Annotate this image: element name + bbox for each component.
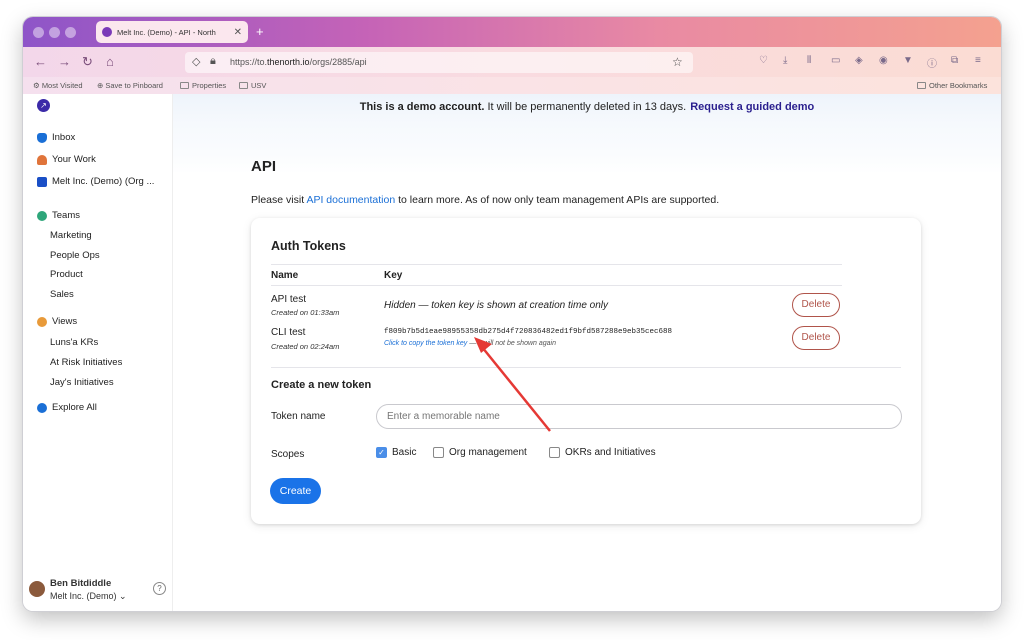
bookmark-properties[interactable]: Properties [180,81,226,90]
new-tab-button[interactable]: + [256,24,264,39]
bookmark-star-icon[interactable]: ☆ [672,55,683,69]
folder-icon [239,82,248,89]
shield-icon[interactable]: ◇ [192,55,200,68]
checkbox-icon[interactable] [433,447,444,458]
extension-shield-icon[interactable]: ◈ [855,55,863,66]
sidebar-item-view-2[interactable]: At Risk Initiatives [50,357,122,368]
sidebar-item-sales[interactable]: Sales [50,289,74,300]
intro-text: Please visit API documentation to learn … [251,194,720,206]
token-key[interactable]: f809b7b5d1eae98955358db275d4f720836482ed… [384,328,672,336]
token-name: API test [271,294,307,305]
sidebar-item-inbox[interactable]: Inbox [37,132,75,143]
vue-extension-icon[interactable]: ▼ [903,55,913,66]
forward-icon[interactable]: → [58,54,71,69]
download-icon[interactable]: ⤓ [783,55,787,66]
auth-tokens-card: Auth Tokens Name Key API test Created on… [251,218,921,524]
bookmark-pinboard[interactable]: ⊕ Save to Pinboard [97,81,163,90]
user-name: Ben Bitdiddle [50,578,112,589]
sidebar-item-explore-all[interactable]: Explore All [37,402,97,413]
bookmark-other[interactable]: Other Bookmarks [917,81,987,90]
divider [271,285,842,286]
scope-org-management[interactable]: Org management [433,447,527,458]
teams-icon [37,210,47,221]
sidebar-section-views[interactable]: Views [37,316,77,327]
token-created: Created on 02:24am [271,342,340,351]
site-favicon-icon [102,27,112,37]
main-content: This is a demo account. It will be perma… [173,94,1001,611]
mountain-icon [37,154,47,165]
copy-token-hint: Click to copy the token key — it will no… [384,340,556,347]
avatar[interactable] [29,581,45,597]
sidebar-item-your-work[interactable]: Your Work [37,154,96,165]
column-header-key: Key [384,270,403,281]
browser-window: Melt Inc. (Demo) - API - North ✕ + ← → ↻… [23,17,1001,611]
token-created: Created on 01:33am [271,308,340,317]
help-icon[interactable]: ? [153,582,166,595]
pocket-icon[interactable]: ♡ [759,55,768,66]
info-icon[interactable]: ⓘ [927,55,937,70]
delete-token-button[interactable]: Delete [792,293,840,317]
divider [271,367,901,368]
copy-token-link[interactable]: Click to copy the token key [384,340,467,347]
sidebar-item-people-ops[interactable]: People Ops [50,250,100,261]
sidebar-section-teams[interactable]: Teams [37,210,80,221]
sidebar-item-product[interactable]: Product [50,269,83,280]
library-icon[interactable]: ⫴ [807,55,811,66]
scope-basic[interactable]: ✓ Basic [376,447,416,458]
views-icon [37,316,47,327]
home-icon[interactable]: ⌂ [106,54,114,69]
bell-icon [37,132,47,143]
tab-title: Melt Inc. (Demo) - API - North [117,27,216,37]
page-title: API [251,158,277,175]
back-icon[interactable]: ← [34,54,47,69]
token-hidden-note: Hidden — token key is shown at creation … [384,300,608,311]
scopes-label: Scopes [271,449,305,460]
sidebar-toggle-icon[interactable]: ▭ [831,55,840,66]
api-documentation-link[interactable]: API documentation [306,194,395,206]
token-name-input[interactable] [376,404,902,429]
sidebar-item-org[interactable]: Melt Inc. (Demo) (Org ... [37,176,154,187]
org-switcher[interactable]: Melt Inc. (Demo) ⌄ [50,591,127,602]
bookmark-most-visited[interactable]: ⚙ Most Visited [33,81,83,90]
divider [271,264,842,265]
menu-icon[interactable]: ≡ [975,55,981,66]
column-header-name: Name [271,270,299,281]
sidebar-item-view-3[interactable]: Jay's Initiatives [50,377,114,388]
token-name-label: Token name [271,411,326,422]
folder-icon [917,82,926,89]
sidebar-item-view-1[interactable]: Luns'a KRs [50,337,98,348]
reload-icon[interactable]: ↻ [82,54,93,70]
card-title: Auth Tokens [271,239,346,253]
url-text[interactable]: https://to.thenorth.io/orgs/2885/api [230,57,367,67]
scope-okrs-initiatives[interactable]: OKRs and Initiatives [549,447,656,458]
create-token-title: Create a new token [271,379,372,391]
address-bar[interactable]: ◇ 🔒︎ https://to.thenorth.io/orgs/2885/ap… [185,52,693,73]
tab-bar: Melt Inc. (Demo) - API - North ✕ + [23,17,1001,47]
delete-token-button[interactable]: Delete [792,326,840,350]
extensions-icon[interactable]: ⧉ [951,55,958,66]
browser-tab[interactable]: Melt Inc. (Demo) - API - North ✕ [96,21,248,43]
app-logo-icon[interactable]: ↗ [37,99,50,112]
create-token-button[interactable]: Create [270,478,321,504]
close-tab-icon[interactable]: ✕ [234,27,242,38]
lock-icon[interactable]: 🔒︎ [210,55,216,68]
demo-banner: This is a demo account. It will be perma… [359,101,815,113]
org-icon [37,176,47,187]
bookmarks-bar: ⚙ Most Visited ⊕ Save to Pinboard Proper… [23,77,1001,94]
sidebar-item-marketing[interactable]: Marketing [50,230,92,241]
navigation-bar: ← → ↻ ⌂ ◇ 🔒︎ https://to.thenorth.io/orgs… [23,47,1001,77]
folder-icon [180,82,189,89]
explore-icon [37,402,47,413]
bookmark-usv[interactable]: USV [239,81,266,90]
close-window-button[interactable] [33,27,44,38]
request-demo-link[interactable]: Request a guided demo [690,101,814,113]
account-icon[interactable]: ◉ [879,55,888,66]
checkbox-checked-icon[interactable]: ✓ [376,447,387,458]
app-sidebar: ↗ Inbox Your Work Melt Inc. (Demo) (Org … [23,94,173,611]
zoom-window-button[interactable] [65,27,76,38]
minimize-window-button[interactable] [49,27,60,38]
checkbox-icon[interactable] [549,447,560,458]
token-name: CLI test [271,327,306,338]
